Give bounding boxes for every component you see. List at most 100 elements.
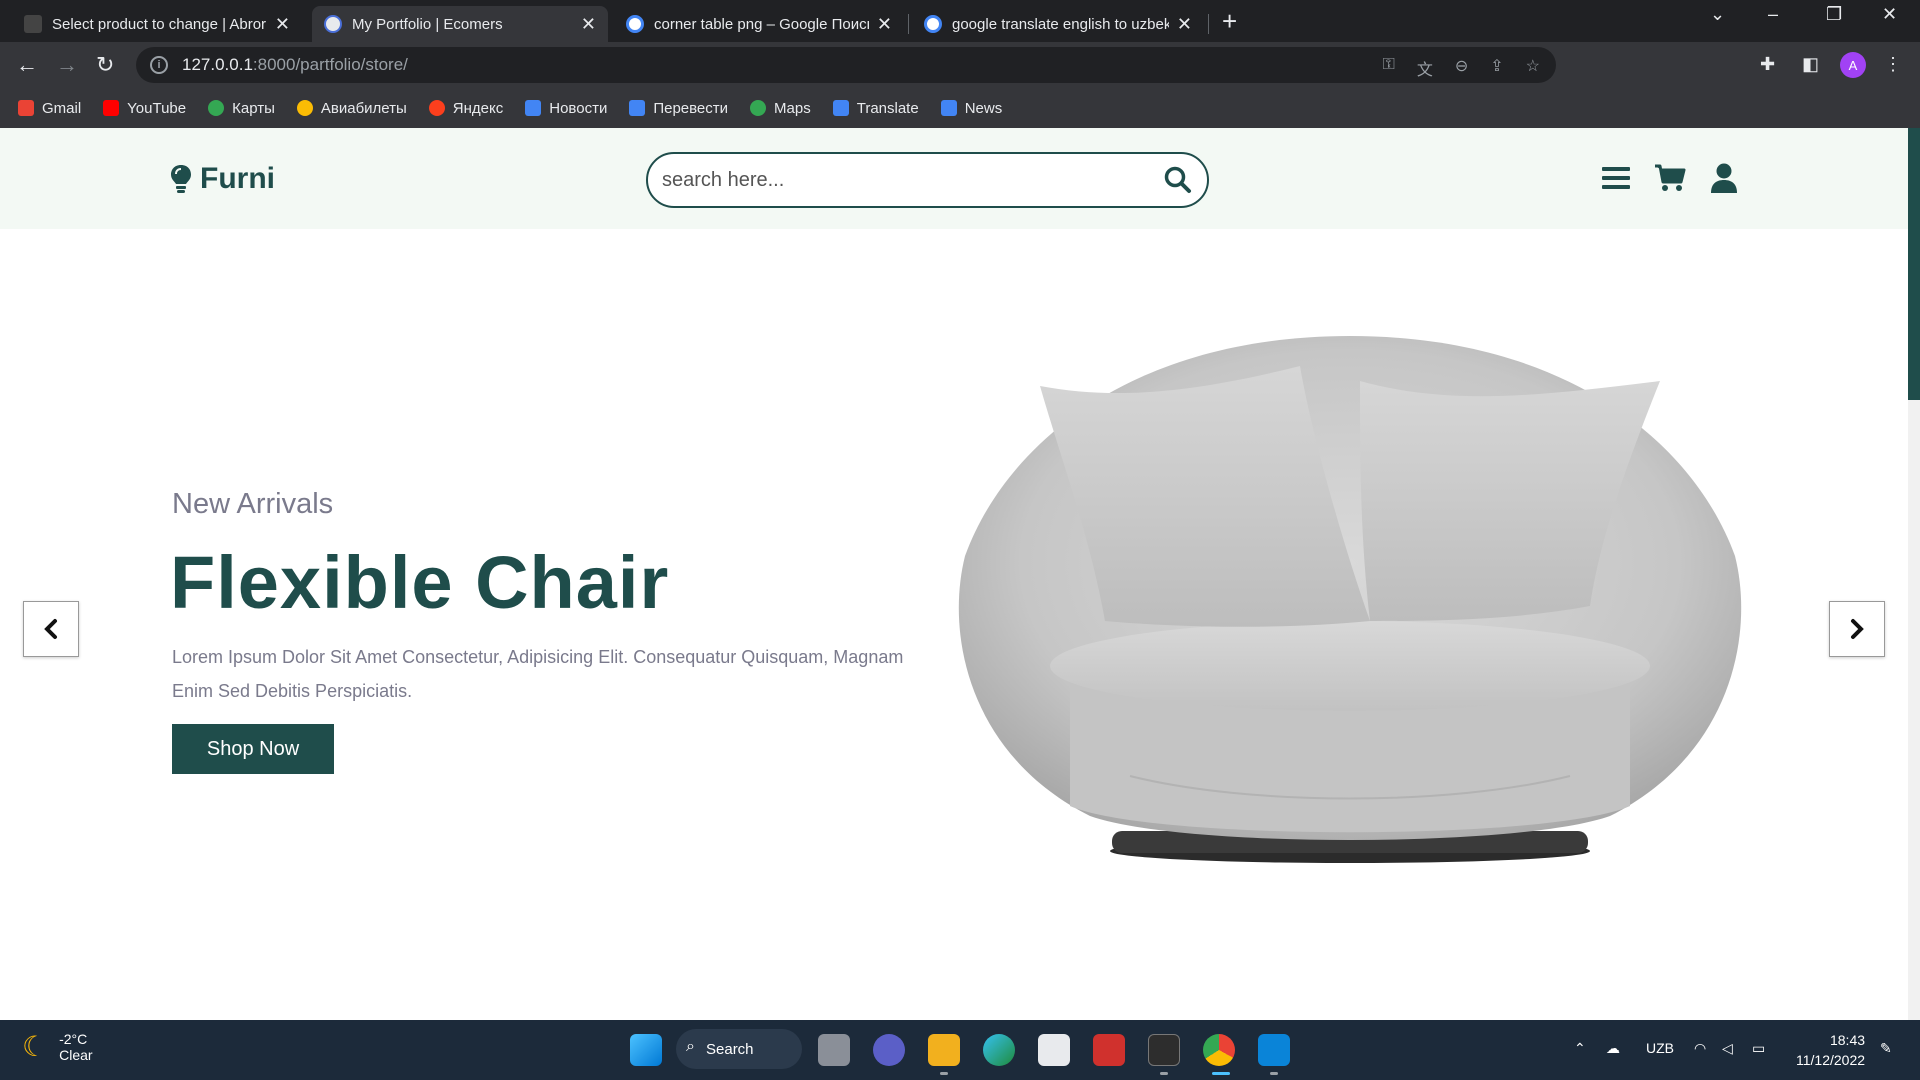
- profile-avatar[interactable]: A: [1840, 52, 1866, 78]
- star-icon[interactable]: ☆: [1526, 56, 1540, 80]
- bookmark-gmail[interactable]: Gmail: [18, 100, 81, 117]
- system-clock[interactable]: 18:43 11/12/2022: [1796, 1030, 1865, 1070]
- address-bar[interactable]: i 127.0.0.1:8000/partfolio/store/ ⚿ 文 ⊖ …: [136, 47, 1556, 83]
- site-logo[interactable]: Furni: [170, 162, 275, 196]
- restore-icon[interactable]: ❐: [1826, 4, 1842, 25]
- bookmark-label: Gmail: [42, 99, 82, 117]
- wps-office-icon[interactable]: [1093, 1034, 1125, 1066]
- site-info-icon[interactable]: i: [150, 56, 168, 74]
- armchair-image: [958, 336, 1742, 863]
- window-close-icon[interactable]: ✕: [1882, 4, 1897, 25]
- page-viewport: Furni New Arrivals Flexible Chair Lorem …: [0, 128, 1920, 1020]
- clock-time: 18:43: [1829, 1032, 1866, 1048]
- extensions-icon[interactable]: ✚: [1760, 54, 1775, 75]
- bookmark-label: Новости: [549, 99, 608, 117]
- edge-icon[interactable]: [983, 1034, 1015, 1066]
- bookmark-maps-ru[interactable]: Карты: [208, 100, 275, 117]
- chevron-left-icon: [44, 619, 57, 639]
- taskbar-search-label: Search: [706, 1040, 754, 1058]
- back-icon[interactable]: ←: [16, 52, 38, 78]
- close-icon[interactable]: ✕: [1177, 14, 1192, 35]
- tab-google-translate[interactable]: google translate english to uzbek ✕: [912, 6, 1204, 42]
- side-panel-icon[interactable]: ◧: [1802, 54, 1819, 75]
- yandex-icon: [428, 100, 445, 116]
- battery-icon[interactable]: ▭: [1752, 1040, 1765, 1057]
- zoom-icon[interactable]: ⊖: [1455, 56, 1468, 80]
- hero-title: Flexible Chair: [170, 541, 670, 624]
- slider-next-button[interactable]: [1829, 601, 1885, 657]
- slider-prev-button[interactable]: [23, 601, 79, 657]
- volume-icon[interactable]: ◁: [1722, 1040, 1733, 1057]
- bookmark-translate[interactable]: Translate: [832, 100, 919, 117]
- share-icon[interactable]: ⇪: [1490, 56, 1503, 80]
- weather-widget[interactable]: ☾ -2°C Clear: [22, 1030, 93, 1063]
- bookmark-yandex[interactable]: Яндекс: [428, 100, 503, 117]
- url-host: 127.0.0.1: [182, 55, 253, 74]
- bookmark-label: Карты: [232, 99, 275, 117]
- chrome-icon[interactable]: [1203, 1034, 1235, 1066]
- new-tab-button[interactable]: +: [1222, 6, 1237, 36]
- bookmark-flights[interactable]: Авиабилеты: [296, 99, 407, 117]
- key-icon[interactable]: ⚿: [1383, 56, 1395, 80]
- bookmark-label: News: [964, 99, 1003, 117]
- task-view-icon[interactable]: [818, 1034, 850, 1066]
- youtube-icon: [103, 100, 120, 116]
- close-icon[interactable]: ✕: [877, 14, 892, 35]
- tab-portfolio[interactable]: My Portfolio | Ecomers ✕: [312, 6, 608, 42]
- search-icon: ⌕: [686, 1038, 695, 1055]
- notification-icon[interactable]: ✎: [1880, 1040, 1892, 1057]
- bookmark-translate-ru[interactable]: Перевести: [629, 100, 728, 117]
- close-icon[interactable]: ✕: [581, 14, 596, 35]
- scrollbar-thumb[interactable]: [1908, 128, 1920, 400]
- url-path: :8000/partfolio/store/: [252, 55, 408, 74]
- bookmark-label: Авиабилеты: [320, 99, 407, 117]
- site-header: Furni: [0, 128, 1920, 229]
- tab-google-search[interactable]: corner table png – Google Поиск ✕: [614, 6, 904, 42]
- minimize-icon[interactable]: –: [1768, 4, 1778, 25]
- hamburger-menu-icon[interactable]: [1600, 162, 1632, 194]
- omnibox-actions: ⚿ 文 ⊖ ⇪ ☆: [1383, 56, 1540, 80]
- taskbar-search[interactable]: ⌕ Search: [676, 1029, 802, 1069]
- bookmark-news-ru[interactable]: Новости: [525, 100, 607, 117]
- gmail-icon: [18, 100, 34, 116]
- browser-chrome: Select product to change | Abror ✕ My Po…: [0, 0, 1920, 128]
- language-indicator[interactable]: UZB: [1646, 1040, 1674, 1056]
- translate-icon[interactable]: 文: [1417, 56, 1433, 80]
- tab-search-icon[interactable]: ⌄: [1710, 4, 1725, 25]
- search-box: [646, 152, 1209, 208]
- bookmark-label: Перевести: [653, 99, 729, 117]
- chat-icon[interactable]: [873, 1034, 905, 1066]
- tab-title: Select product to change | Abror: [52, 15, 267, 33]
- bookmark-label: Maps: [774, 99, 811, 117]
- search-input[interactable]: [662, 168, 1163, 192]
- logo-text: Furni: [200, 162, 275, 195]
- close-icon[interactable]: ✕: [275, 14, 290, 35]
- search-icon[interactable]: [1163, 165, 1193, 195]
- menu-dots-icon[interactable]: ⋮: [1884, 54, 1902, 75]
- active-indicator: [1212, 1072, 1230, 1075]
- hero-description: Lorem Ipsum Dolor Sit Amet Consectetur, …: [172, 647, 904, 701]
- shop-now-button[interactable]: Shop Now: [172, 724, 334, 774]
- tab-title: My Portfolio | Ecomers: [352, 15, 503, 33]
- user-icon[interactable]: [1708, 162, 1740, 194]
- chevron-right-icon: [1851, 619, 1864, 639]
- tab-favicon-icon: [324, 15, 342, 33]
- bookmark-maps[interactable]: Maps: [750, 100, 811, 117]
- start-icon[interactable]: [630, 1034, 662, 1066]
- bookmark-youtube[interactable]: YouTube: [103, 100, 186, 117]
- cart-icon[interactable]: [1654, 162, 1686, 194]
- forward-icon[interactable]: →: [56, 52, 78, 78]
- onedrive-icon[interactable]: ☁: [1606, 1040, 1620, 1057]
- file-explorer-icon[interactable]: [928, 1034, 960, 1066]
- reload-icon[interactable]: ↻: [96, 52, 114, 78]
- page-scrollbar[interactable]: [1908, 128, 1920, 1020]
- wifi-icon[interactable]: ◠: [1694, 1040, 1706, 1057]
- tray-overflow-icon[interactable]: ⌃: [1574, 1040, 1586, 1057]
- maps-pin-icon: [208, 100, 225, 116]
- tab-admin[interactable]: Select product to change | Abror ✕: [12, 6, 302, 42]
- terminal-icon[interactable]: [1148, 1034, 1180, 1066]
- vscode-icon[interactable]: [1258, 1034, 1290, 1066]
- bookmark-label: YouTube: [127, 99, 187, 117]
- store-icon[interactable]: [1038, 1034, 1070, 1066]
- bookmark-news[interactable]: News: [940, 99, 1003, 117]
